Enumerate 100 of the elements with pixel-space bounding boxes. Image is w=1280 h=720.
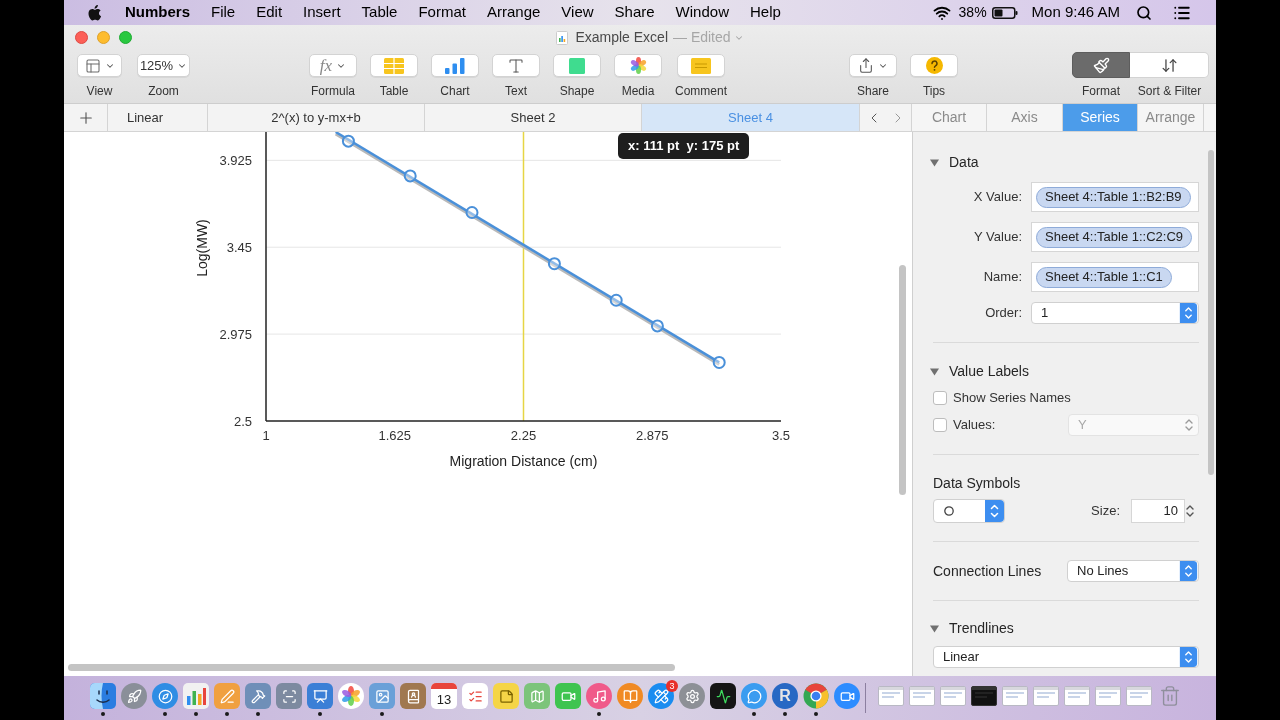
toolbar-label: Formula	[311, 83, 355, 100]
connection-lines-dropdown[interactable]: No Lines	[1067, 560, 1199, 582]
share-button[interactable]	[849, 54, 897, 77]
sort-filter-button[interactable]	[1130, 52, 1209, 78]
comment-button[interactable]	[677, 54, 725, 77]
apple-icon[interactable]	[88, 4, 102, 21]
window-thumbnail[interactable]	[1002, 686, 1028, 706]
tips-button[interactable]	[910, 54, 958, 77]
music-note-icon[interactable]	[586, 683, 612, 709]
cell-reference-token[interactable]: Sheet 4::Table 1::C2:C9	[1036, 226, 1193, 248]
menu-item[interactable]: Window	[675, 1, 729, 24]
menu-item[interactable]: View	[561, 1, 594, 24]
zoom-menu[interactable]: 125%	[137, 54, 190, 77]
menu-clock[interactable]: Mon 9:46 AM	[1031, 1, 1120, 24]
app-menu[interactable]: Numbers	[125, 1, 191, 24]
pencil-ruler-icon[interactable]	[648, 683, 674, 709]
cell-reference-token[interactable]: Sheet 4::Table 1::C1	[1036, 266, 1172, 288]
disclosure-triangle-icon[interactable]	[930, 623, 939, 633]
bar-chart-icon[interactable]	[183, 683, 209, 709]
address-book-icon[interactable]	[400, 683, 426, 709]
toolbar-label: Text	[505, 83, 527, 100]
share-icon	[858, 57, 874, 74]
axis-tick-label: 3.925	[219, 152, 252, 168]
disclosure-triangle-icon[interactable]	[930, 157, 939, 167]
shape-button[interactable]	[553, 54, 601, 77]
menu-item[interactable]: File	[211, 1, 236, 24]
trendline-dropdown[interactable]: Linear	[933, 646, 1199, 668]
stepper-icon[interactable]	[1185, 503, 1195, 519]
r-logo[interactable]: R	[772, 683, 798, 709]
window-thumbnail[interactable]	[1095, 686, 1121, 706]
format-button[interactable]	[1072, 52, 1130, 78]
stepper-icon[interactable]	[985, 500, 1004, 522]
horizontal-scrollbar[interactable]	[68, 664, 675, 671]
stepper-icon[interactable]	[1179, 561, 1198, 581]
presentation-icon[interactable]	[307, 683, 333, 709]
symbol-dropdown[interactable]	[933, 499, 1005, 523]
battery-icon[interactable]	[991, 6, 1018, 19]
menu-item[interactable]: Table	[361, 1, 398, 24]
close-button[interactable]	[75, 31, 88, 44]
zoom-button[interactable]	[119, 31, 132, 44]
window-thumbnail[interactable]	[909, 686, 935, 706]
toolbar-label: View	[86, 83, 113, 100]
menu-item[interactable]: Share	[614, 1, 655, 24]
compass-icon[interactable]	[152, 683, 178, 709]
axis-tick-label: 1	[262, 427, 270, 443]
media-button[interactable]	[614, 54, 662, 77]
menu-item[interactable]: Arrange	[486, 1, 541, 24]
checkbox[interactable]	[933, 391, 947, 405]
section-title[interactable]: Data	[949, 151, 979, 173]
image-icon[interactable]	[369, 683, 395, 709]
minimize-button[interactable]	[97, 31, 110, 44]
search-icon[interactable]	[1136, 4, 1152, 21]
text-button[interactable]	[492, 54, 540, 77]
stepper-icon[interactable]	[1179, 303, 1198, 323]
notepad-icon[interactable]	[493, 683, 519, 709]
section-title[interactable]: Trendlines	[949, 617, 1014, 639]
menu-item[interactable]: Format	[418, 1, 466, 24]
menu-item[interactable]: Insert	[303, 1, 341, 24]
field-label: Size:	[1091, 502, 1120, 521]
activity-graph-icon[interactable]	[710, 683, 736, 709]
hammer-icon[interactable]	[245, 683, 271, 709]
vertical-scrollbar[interactable]	[1207, 150, 1214, 475]
rocket-icon[interactable]	[121, 683, 147, 709]
reference-field[interactable]: Sheet 4::Table 1::B2:B9	[1031, 182, 1199, 212]
vertical-scrollbar[interactable]	[899, 265, 906, 495]
gear-icon[interactable]	[679, 683, 705, 709]
video-camera-icon[interactable]	[834, 683, 860, 709]
chart-button[interactable]	[431, 54, 479, 77]
open-book-icon[interactable]	[617, 683, 643, 709]
window-thumbnail[interactable]	[971, 686, 997, 706]
window-thumbnail[interactable]	[878, 686, 904, 706]
speech-bubble-icon[interactable]	[741, 683, 767, 709]
checklist-icon[interactable]	[462, 683, 488, 709]
menu-item[interactable]: Help	[749, 1, 781, 24]
disclosure-triangle-icon[interactable]	[930, 366, 939, 376]
stepper-icon[interactable]	[1179, 647, 1198, 667]
window-thumbnail[interactable]	[1064, 686, 1090, 706]
window-thumbnail[interactable]	[1126, 686, 1152, 706]
scanner-icon[interactable]	[276, 683, 302, 709]
size-field[interactable]: 10	[1131, 499, 1185, 523]
reference-field[interactable]: Sheet 4::Table 1::C1	[1031, 262, 1199, 292]
smiling-face-icon[interactable]	[90, 683, 116, 709]
video-camera-icon[interactable]	[555, 683, 581, 709]
window-thumbnail[interactable]	[1033, 686, 1059, 706]
formula-button[interactable]: fx	[309, 54, 357, 77]
calendar-icon[interactable]: 13	[431, 683, 457, 709]
axis-tick-label: 3.5	[771, 427, 791, 443]
window-thumbnail[interactable]	[940, 686, 966, 706]
reference-field[interactable]: Sheet 4::Table 1::C2:C9	[1031, 222, 1199, 252]
section-title[interactable]: Value Labels	[949, 360, 1029, 382]
pen-icon[interactable]	[214, 683, 240, 709]
view-menu[interactable]	[77, 54, 122, 77]
table-button[interactable]	[370, 54, 418, 77]
cell-reference-token[interactable]: Sheet 4::Table 1::B2:B9	[1036, 186, 1191, 208]
tricolor-circle-icon[interactable]	[803, 683, 829, 709]
trash-icon[interactable]	[1159, 683, 1181, 709]
menu-item[interactable]: Edit	[256, 1, 283, 24]
order-dropdown[interactable]: 1	[1031, 302, 1199, 324]
map-icon[interactable]	[524, 683, 550, 709]
flower-icon[interactable]	[338, 683, 364, 709]
